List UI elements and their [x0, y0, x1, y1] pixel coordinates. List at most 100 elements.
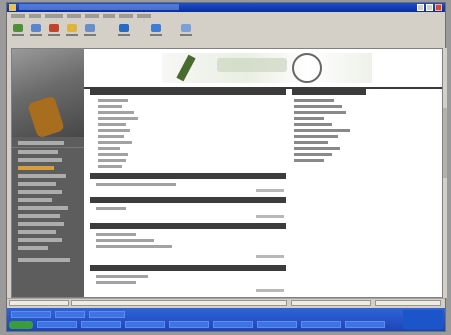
list-item[interactable] — [98, 135, 124, 138]
right-link[interactable] — [294, 129, 350, 132]
news-line[interactable] — [96, 233, 136, 236]
maximize-button[interactable] — [426, 4, 433, 11]
main-content — [90, 89, 288, 297]
menu-item[interactable] — [103, 14, 115, 18]
banner-tagline — [217, 58, 287, 72]
back-arrow-icon — [13, 24, 23, 32]
section-heading — [90, 223, 286, 229]
section-heading — [90, 89, 286, 95]
status-field — [291, 300, 371, 306]
home-label — [84, 34, 96, 36]
taskbar-app[interactable] — [345, 321, 385, 328]
sidebar-link[interactable] — [18, 174, 66, 178]
home-button[interactable] — [83, 23, 97, 37]
quicklaunch-icon[interactable] — [89, 311, 125, 318]
right-link[interactable] — [294, 123, 332, 126]
list-item[interactable] — [98, 123, 126, 126]
taskbar-app[interactable] — [125, 321, 165, 328]
stop-button[interactable] — [47, 23, 61, 37]
news-line[interactable] — [96, 245, 172, 248]
history-button[interactable] — [179, 23, 193, 37]
news-line[interactable] — [96, 239, 154, 242]
web-page[interactable] — [11, 48, 443, 298]
list-item[interactable] — [98, 159, 126, 162]
minimize-button[interactable] — [417, 4, 424, 11]
taskbar-app[interactable] — [213, 321, 253, 328]
quicklaunch-icon[interactable] — [11, 311, 51, 318]
sidebar-link[interactable] — [18, 230, 56, 234]
sidebar-link[interactable] — [18, 238, 62, 242]
sidebar-link[interactable] — [18, 190, 62, 194]
title-bar[interactable] — [7, 3, 445, 12]
menu-item[interactable] — [45, 14, 63, 18]
menu-item[interactable] — [119, 14, 133, 18]
sidebar-link-active[interactable] — [18, 166, 54, 170]
sidebar-link[interactable] — [18, 258, 70, 262]
list-item[interactable] — [98, 165, 122, 168]
right-link[interactable] — [294, 99, 334, 102]
sidebar-link[interactable] — [18, 246, 48, 250]
sidebar-link[interactable] — [18, 182, 56, 186]
list-item[interactable] — [98, 99, 128, 102]
right-link[interactable] — [294, 141, 328, 144]
taskbar-app[interactable] — [37, 321, 77, 328]
right-column — [292, 89, 372, 249]
sidebar-link[interactable] — [18, 222, 64, 226]
right-link[interactable] — [294, 105, 342, 108]
news-line[interactable] — [96, 275, 148, 278]
right-link[interactable] — [294, 135, 338, 138]
back-button[interactable] — [11, 23, 25, 37]
taskbar-app[interactable] — [301, 321, 341, 328]
close-button[interactable] — [435, 4, 442, 11]
menu-item[interactable] — [85, 14, 99, 18]
start-button[interactable] — [9, 321, 33, 329]
back-label — [12, 34, 24, 36]
stop-label — [48, 34, 60, 36]
list-item[interactable] — [98, 117, 138, 120]
search-button[interactable] — [117, 23, 131, 37]
taskbar-app[interactable] — [81, 321, 121, 328]
scrollbar-thumb[interactable] — [443, 108, 447, 178]
quicklaunch-icon[interactable] — [55, 311, 85, 318]
status-field — [9, 300, 69, 306]
list-item[interactable] — [98, 147, 120, 150]
sidebar-link[interactable] — [18, 206, 68, 210]
favorites-label — [150, 34, 162, 36]
sidebar-link[interactable] — [18, 150, 58, 154]
taskbar-app[interactable] — [169, 321, 209, 328]
refresh-icon — [67, 24, 77, 32]
right-link[interactable] — [294, 147, 340, 150]
list-item[interactable] — [98, 141, 132, 144]
sidebar-link[interactable] — [18, 214, 60, 218]
sidebar-link[interactable] — [18, 141, 64, 145]
forward-button[interactable] — [29, 23, 43, 37]
right-link[interactable] — [294, 159, 324, 162]
menu-item[interactable] — [11, 14, 25, 18]
sidebar-link[interactable] — [18, 158, 62, 162]
list-item[interactable] — [98, 129, 130, 132]
home-icon — [85, 24, 95, 32]
more-link[interactable] — [256, 289, 284, 292]
right-link[interactable] — [294, 153, 332, 156]
list-item[interactable] — [98, 105, 122, 108]
favorites-button[interactable] — [149, 23, 163, 37]
history-label — [180, 34, 192, 36]
right-link[interactable] — [294, 111, 346, 114]
menu-item[interactable] — [67, 14, 81, 18]
menu-item[interactable] — [137, 14, 151, 18]
news-line[interactable] — [96, 183, 176, 186]
vertical-scrollbar[interactable] — [443, 48, 447, 298]
more-link[interactable] — [256, 255, 284, 258]
list-item[interactable] — [98, 153, 128, 156]
sidebar-link[interactable] — [18, 198, 52, 202]
right-link[interactable] — [294, 117, 324, 120]
menu-item[interactable] — [29, 14, 41, 18]
refresh-button[interactable] — [65, 23, 79, 37]
list-item[interactable] — [98, 111, 134, 114]
news-line[interactable] — [96, 281, 136, 284]
more-link[interactable] — [256, 215, 284, 218]
news-line[interactable] — [96, 207, 126, 210]
sidebar-divider — [12, 147, 84, 148]
taskbar-app[interactable] — [257, 321, 297, 328]
more-link[interactable] — [256, 189, 284, 192]
